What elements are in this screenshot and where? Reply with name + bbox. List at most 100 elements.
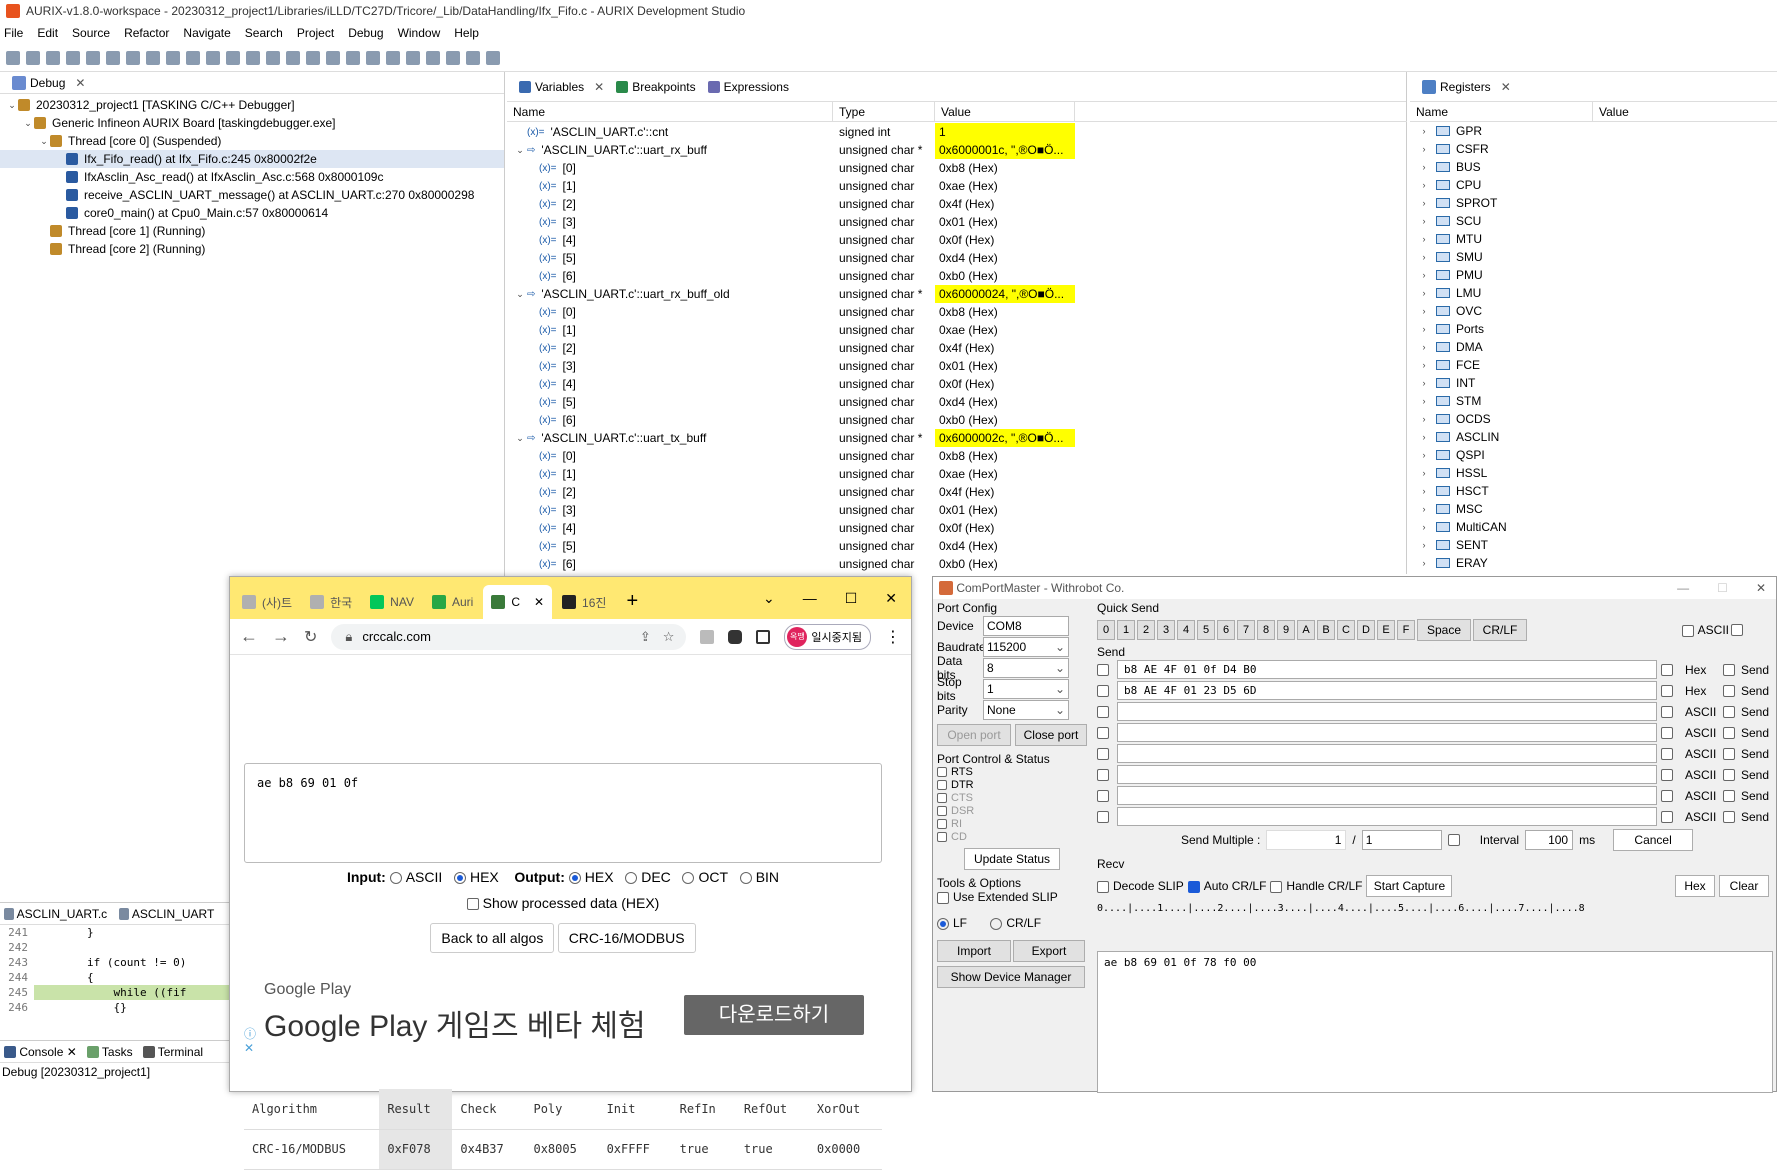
expand-icon[interactable]: ⌄ xyxy=(513,433,527,444)
quick-key-button[interactable]: D xyxy=(1357,620,1375,640)
register-group[interactable]: › LMU xyxy=(1410,284,1777,302)
code-line[interactable]: 245 while ((fif xyxy=(0,985,230,1000)
send-row-checkbox[interactable] xyxy=(1097,789,1109,802)
config-device-select[interactable]: COM8 xyxy=(983,615,1069,636)
quick-key-button[interactable]: 7 xyxy=(1237,620,1255,640)
quick-key-button[interactable]: 2 xyxy=(1137,620,1155,640)
open-port-button[interactable]: Open port xyxy=(937,724,1011,746)
register-group[interactable]: › BUS xyxy=(1410,158,1777,176)
variable-row[interactable]: (x)= [5] unsigned char 0xd4 (Hex) xyxy=(507,537,1407,555)
quick-key-button[interactable]: 9 xyxy=(1277,620,1295,640)
disconnect-icon[interactable] xyxy=(206,50,220,65)
quick-key-button[interactable]: 3 xyxy=(1157,620,1175,640)
restart-icon[interactable] xyxy=(286,50,300,65)
send-multiple-current[interactable]: 1 xyxy=(1266,830,1347,850)
register-group[interactable]: › MTU xyxy=(1410,230,1777,248)
profile-paused-badge[interactable]: 옥땡 일시중지됨 xyxy=(784,623,871,650)
quick-crlf-button[interactable]: CR/LF xyxy=(1473,619,1527,641)
variable-row[interactable]: (x)= [2] unsigned char 0x4f (Hex) xyxy=(507,195,1407,213)
debug-icon[interactable] xyxy=(386,50,400,65)
expand-icon[interactable]: › xyxy=(1418,558,1430,568)
expand-icon[interactable]: ⌄ xyxy=(22,118,34,129)
tab-expressions[interactable]: Expressions xyxy=(702,78,795,96)
variable-row[interactable]: (x)= [2] unsigned char 0x4f (Hex) xyxy=(507,483,1407,501)
forward-icon[interactable] xyxy=(466,50,480,65)
export-button[interactable]: Export xyxy=(1013,940,1085,962)
address-bar[interactable]: 🔒︎ crccalc.com ⇪ ☆ xyxy=(331,623,687,650)
tab-asclin-uart-h[interactable]: ASCLIN_UART xyxy=(119,907,214,921)
expand-icon[interactable]: › xyxy=(1418,180,1430,190)
menu-edit[interactable]: Edit xyxy=(37,26,58,40)
signal-ri-checkbox[interactable]: RI xyxy=(937,818,1087,831)
star-icon[interactable]: ☆ xyxy=(663,629,675,645)
extended-slip-checkbox[interactable]: Use Extended SLIP xyxy=(937,890,1087,904)
register-group[interactable]: › OCDS xyxy=(1410,410,1777,428)
register-group[interactable]: › CPU xyxy=(1410,176,1777,194)
close-icon[interactable]: ✕ xyxy=(1756,581,1766,595)
send-button[interactable]: Send xyxy=(1723,663,1769,677)
send-row-input[interactable] xyxy=(1117,702,1657,721)
quick-space-button[interactable]: Space xyxy=(1417,619,1471,641)
signal-rts-checkbox[interactable]: RTS xyxy=(937,766,1087,779)
variable-row[interactable]: (x)= [5] unsigned char 0xd4 (Hex) xyxy=(507,249,1407,267)
send-row-input[interactable] xyxy=(1117,765,1657,784)
pin-icon[interactable] xyxy=(486,50,500,65)
register-group[interactable]: › Ports xyxy=(1410,320,1777,338)
recv-hex-button[interactable]: Hex xyxy=(1675,875,1715,897)
register-group[interactable]: › SENT xyxy=(1410,536,1777,554)
send-button[interactable]: Send xyxy=(1723,768,1769,782)
expand-icon[interactable]: › xyxy=(1418,432,1430,442)
decode-slip-checkbox[interactable]: Decode SLIP xyxy=(1097,879,1184,893)
quick-ascii-checkbox[interactable]: ASCII xyxy=(1681,623,1729,637)
variable-row[interactable]: (x)= [4] unsigned char 0x0f (Hex) xyxy=(507,231,1407,249)
expand-icon[interactable]: › xyxy=(1418,540,1430,550)
send-row-checkbox[interactable] xyxy=(1097,726,1109,739)
register-group[interactable]: › FCE xyxy=(1410,356,1777,374)
browser-tab[interactable]: (사)트 xyxy=(234,585,300,619)
debug-tree-item[interactable]: ⌄ Thread [core 0] (Suspended) xyxy=(0,132,504,150)
quick-key-button[interactable]: 6 xyxy=(1217,620,1235,640)
variable-row[interactable]: (x)= [3] unsigned char 0x01 (Hex) xyxy=(507,357,1407,375)
new-icon[interactable] xyxy=(6,50,20,65)
code-line[interactable]: 246 {} xyxy=(0,1000,230,1015)
expand-icon[interactable]: › xyxy=(1418,450,1430,460)
expand-icon[interactable]: › xyxy=(1418,468,1430,478)
browser-tab[interactable]: NAV xyxy=(362,585,422,619)
cast-icon[interactable] xyxy=(700,629,715,644)
browser-tab[interactable]: C ✕ xyxy=(483,585,553,619)
variable-row[interactable]: (x)= [1] unsigned char 0xae (Hex) xyxy=(507,465,1407,483)
sidepanel-icon[interactable] xyxy=(756,629,771,644)
help-icon[interactable] xyxy=(326,50,340,65)
menu-help[interactable]: Help xyxy=(454,26,479,40)
send-button[interactable]: Send xyxy=(1723,705,1769,719)
variable-row[interactable]: ⌄ ⇨ 'ASCLIN_UART.c'::uart_tx_buff unsigned … xyxy=(507,429,1407,447)
expand-icon[interactable]: › xyxy=(1418,522,1430,532)
debug-tree-item[interactable]: Thread [core 2] (Running) xyxy=(0,240,504,258)
send-row-checkbox[interactable] xyxy=(1097,663,1109,676)
send-row-mode-checkbox[interactable]: Hex xyxy=(1661,684,1719,698)
register-group[interactable]: › ASCLIN xyxy=(1410,428,1777,446)
tab-registers[interactable]: Registers ✕ xyxy=(1416,78,1517,96)
register-group[interactable]: › SCU xyxy=(1410,212,1777,230)
register-group[interactable]: › MultiCAN xyxy=(1410,518,1777,536)
browser-tab[interactable]: 16진 xyxy=(554,585,614,619)
expand-icon[interactable]: › xyxy=(1418,504,1430,514)
code-line[interactable]: 244 { xyxy=(0,970,230,985)
send-row-mode-checkbox[interactable]: ASCII xyxy=(1661,789,1719,803)
send-row-mode-checkbox[interactable]: ASCII xyxy=(1661,810,1719,824)
col-reg-value[interactable]: Value xyxy=(1593,102,1629,121)
send-row-input[interactable] xyxy=(1117,786,1657,805)
extensions-icon[interactable] xyxy=(728,629,743,644)
expand-icon[interactable]: › xyxy=(1418,486,1430,496)
run-ext-icon[interactable] xyxy=(406,50,420,65)
ad-download-button[interactable]: 다운로드하기 xyxy=(684,995,864,1035)
register-group[interactable]: › GPR xyxy=(1410,122,1777,140)
show-device-manager-button[interactable]: Show Device Manager xyxy=(937,966,1085,988)
debug-tree-item[interactable]: ⌄ Generic Infineon AURIX Board [taskingde… xyxy=(0,114,504,132)
signal-cts-checkbox[interactable]: CTS xyxy=(937,792,1087,805)
variable-row[interactable]: (x)= [0] unsigned char 0xb8 (Hex) xyxy=(507,447,1407,465)
col-value[interactable]: Value xyxy=(935,102,1075,121)
quick-key-button[interactable]: 1 xyxy=(1117,620,1135,640)
browser-tab[interactable]: Auri xyxy=(424,585,481,619)
col-reg-name[interactable]: Name xyxy=(1410,102,1593,121)
